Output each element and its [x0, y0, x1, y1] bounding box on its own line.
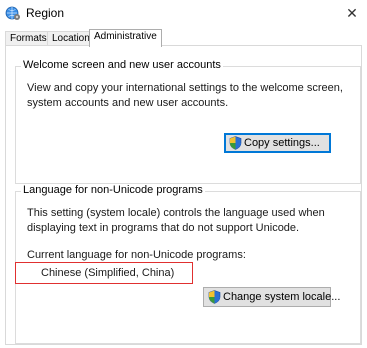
- tab-strip: Formats Location Administrative: [5, 29, 362, 47]
- title-bar: Region ✕: [0, 0, 367, 26]
- window-title: Region: [26, 6, 65, 20]
- administrative-panel: Welcome screen and new user accounts Vie…: [5, 45, 362, 345]
- uac-shield-icon: [208, 290, 221, 304]
- current-language-highlight: Chinese (Simplified, China): [15, 262, 193, 284]
- close-button[interactable]: ✕: [337, 0, 367, 26]
- current-language-value: Chinese (Simplified, China): [41, 267, 175, 279]
- welcome-screen-group: Welcome screen and new user accounts Vie…: [15, 59, 361, 184]
- uac-shield-icon: [229, 136, 242, 150]
- copy-settings-label: Copy settings...: [244, 137, 320, 149]
- change-system-locale-button[interactable]: Change system locale...: [203, 287, 340, 307]
- region-dialog: Region ✕ Formats Location Administrative…: [0, 0, 367, 348]
- change-system-locale-label: Change system locale...: [223, 291, 341, 303]
- close-icon: ✕: [346, 4, 358, 21]
- tab-location[interactable]: Location: [47, 31, 95, 46]
- non-unicode-group: Language for non-Unicode programs This s…: [15, 184, 361, 344]
- tab-administrative[interactable]: Administrative: [89, 29, 162, 47]
- tab-formats[interactable]: Formats: [5, 31, 52, 46]
- unicode-description: This setting (system locale) controls th…: [27, 207, 325, 234]
- unicode-group-title: Language for non-Unicode programs: [21, 184, 205, 196]
- globe-settings-icon: [5, 6, 20, 20]
- copy-settings-button[interactable]: Copy settings...: [224, 133, 331, 153]
- current-language-label: Current language for non-Unicode program…: [27, 249, 246, 261]
- welcome-group-title: Welcome screen and new user accounts: [21, 59, 223, 71]
- welcome-description: View and copy your international setting…: [27, 82, 343, 109]
